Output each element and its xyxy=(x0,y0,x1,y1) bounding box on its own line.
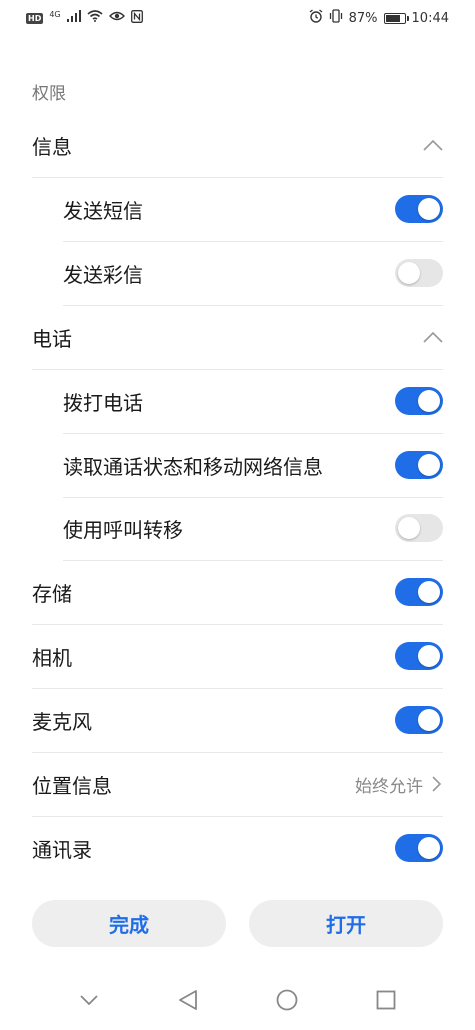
toggle-knob xyxy=(418,454,440,476)
perm-send-sms: 发送短信 xyxy=(63,177,443,242)
battery-level xyxy=(385,14,401,22)
send-sms-toggle[interactable] xyxy=(395,195,443,223)
perm-read-phone-state-label: 读取通话状态和移动网络信息 xyxy=(63,454,323,479)
location-value: 始终允许 xyxy=(355,776,423,797)
hide-nav-icon[interactable] xyxy=(74,985,104,1015)
recents-icon[interactable] xyxy=(371,985,401,1015)
group-phone-label: 电话 xyxy=(32,326,72,351)
chevron-up-icon xyxy=(423,327,443,347)
group-messages-header[interactable]: 信息 xyxy=(32,113,443,178)
make-calls-toggle[interactable] xyxy=(395,387,443,415)
read-phone-state-toggle[interactable] xyxy=(395,451,443,479)
perm-send-mms-label: 发送彩信 xyxy=(63,262,143,287)
status-left: HD 4G xyxy=(26,10,143,27)
toggle-knob xyxy=(418,837,440,859)
signal-icon xyxy=(66,10,81,26)
toggle-knob xyxy=(418,581,440,603)
chevron-up-icon xyxy=(423,135,443,155)
perm-send-mms: 发送彩信 xyxy=(63,241,443,306)
status-right: 87% 10:44 xyxy=(309,9,449,27)
perm-contacts: 通讯录 xyxy=(32,816,443,880)
nfc-icon xyxy=(130,9,143,27)
perm-contacts-label: 通讯录 xyxy=(32,837,92,862)
perm-send-sms-label: 发送短信 xyxy=(63,198,143,223)
toggle-knob xyxy=(418,198,440,220)
toggle-knob xyxy=(418,645,440,667)
toggle-knob xyxy=(398,262,420,284)
battery-icon xyxy=(383,12,409,24)
status-bar: HD 4G 87% 10:44 xyxy=(0,0,475,36)
location-value-wrap: 始终允许 xyxy=(355,772,443,797)
perm-camera: 相机 xyxy=(32,624,443,689)
alarm-icon xyxy=(309,9,323,27)
perm-microphone-label: 麦克风 xyxy=(32,709,92,734)
contacts-toggle[interactable] xyxy=(395,834,443,862)
group-phone-header[interactable]: 电话 xyxy=(32,305,443,370)
open-button[interactable]: 打开 xyxy=(249,900,443,947)
send-mms-toggle[interactable] xyxy=(395,259,443,287)
perm-read-phone-state: 读取通话状态和移动网络信息 xyxy=(63,433,443,498)
wifi-icon xyxy=(87,10,103,26)
vibrate-icon xyxy=(329,9,343,27)
call-forwarding-toggle[interactable] xyxy=(395,514,443,542)
storage-toggle[interactable] xyxy=(395,578,443,606)
perm-location[interactable]: 位置信息 始终允许 xyxy=(32,752,443,817)
perm-make-calls: 拨打电话 xyxy=(63,369,443,434)
toggle-knob xyxy=(398,517,420,539)
eye-icon xyxy=(108,10,125,26)
perm-call-forwarding-label: 使用呼叫转移 xyxy=(63,517,183,542)
perm-camera-label: 相机 xyxy=(32,645,72,670)
back-icon[interactable] xyxy=(173,985,203,1015)
toggle-knob xyxy=(418,390,440,412)
perm-storage-label: 存储 xyxy=(32,581,72,606)
perm-location-label: 位置信息 xyxy=(32,773,112,798)
navigation-bar xyxy=(0,970,475,1030)
home-icon[interactable] xyxy=(272,985,302,1015)
chevron-right-icon xyxy=(429,775,443,793)
hd-badge: HD xyxy=(26,12,44,24)
done-button[interactable]: 完成 xyxy=(32,900,226,947)
perm-call-forwarding: 使用呼叫转移 xyxy=(63,496,443,561)
microphone-toggle[interactable] xyxy=(395,706,443,734)
battery-percent: 87% xyxy=(348,10,378,26)
clock: 10:44 xyxy=(411,10,449,26)
perm-microphone: 麦克风 xyxy=(32,688,443,753)
toggle-knob xyxy=(418,709,440,731)
camera-toggle[interactable] xyxy=(395,642,443,670)
group-messages-label: 信息 xyxy=(32,134,72,159)
network-type: 4G xyxy=(49,9,61,19)
perm-make-calls-label: 拨打电话 xyxy=(63,390,143,415)
perm-storage: 存储 xyxy=(32,560,443,625)
section-title: 权限 xyxy=(32,84,66,104)
